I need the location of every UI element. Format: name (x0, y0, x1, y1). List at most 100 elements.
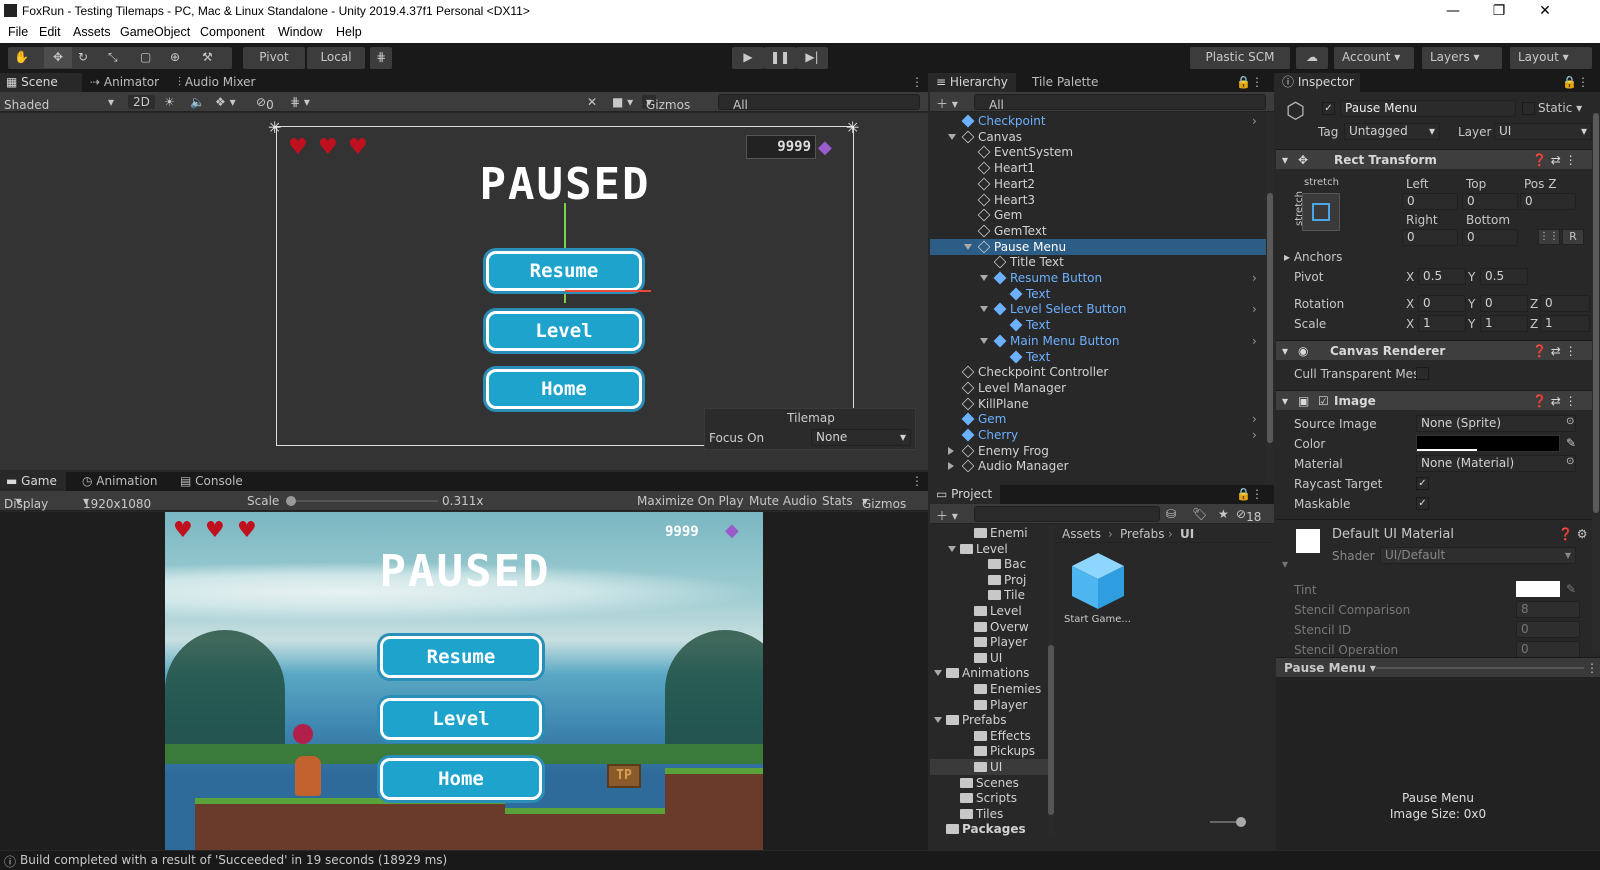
game-screen[interactable]: TP ♥ ♥ ♥ 9999 ◆ PAUSED Resume Level Home (165, 512, 763, 850)
hierarchy-row[interactable]: Heart2 (930, 176, 1266, 192)
hierarchy-row[interactable]: Gem › (930, 411, 1266, 427)
create-asset-button[interactable]: ＋ ▾ (936, 507, 958, 524)
pivot-x-field[interactable]: 0.5 (1418, 268, 1466, 285)
project-folder-row[interactable]: UI (930, 650, 1048, 666)
hierarchy-row[interactable]: Text (930, 317, 1266, 333)
tools-icon[interactable]: ✕ (587, 95, 597, 109)
project-folder-row[interactable]: Player (930, 634, 1048, 650)
open-prefab-icon[interactable]: › (1252, 333, 1257, 349)
hierarchy-row[interactable]: Text (930, 349, 1266, 365)
layer-dropdown[interactable]: UI ▾ (1494, 123, 1592, 140)
hierarchy-row[interactable]: GemText (930, 223, 1266, 239)
add-object-button[interactable]: ＋ ▾ (936, 95, 958, 112)
material-collapse-icon[interactable]: ▾ (1282, 557, 1288, 571)
menu-component[interactable]: Component (200, 25, 265, 39)
pivot-y-field[interactable]: 0.5 (1480, 268, 1528, 285)
tab-tile-palette[interactable]: Tile Palette (1026, 73, 1104, 92)
hierarchy-row[interactable]: Gem (930, 207, 1266, 223)
expand-arrow-icon[interactable] (980, 275, 988, 281)
layers-dropdown[interactable]: Layers ▾ (1422, 47, 1502, 69)
eyedropper-icon[interactable]: ✎ (1566, 436, 1576, 450)
hierarchy-row[interactable]: Checkpoint › (930, 113, 1266, 129)
cloud-icon[interactable]: ☁ (1296, 47, 1328, 69)
expand-arrow-icon[interactable] (934, 717, 942, 724)
anchor-handle-icon[interactable]: ✳ (268, 118, 281, 137)
cull-transparent-checkbox[interactable] (1416, 367, 1429, 380)
hierarchy-row[interactable]: Pause Menu (930, 238, 1266, 255)
tab-console[interactable]: ▤ Console (174, 472, 249, 491)
hierarchy-row[interactable]: Main Menu Button › (930, 333, 1266, 349)
hierarchy-row[interactable]: KillPlane (930, 396, 1266, 412)
menu-help[interactable]: Help (336, 25, 362, 39)
mute-audio-toggle[interactable]: Mute Audio (749, 494, 817, 508)
game-more-icon[interactable]: ⋮ (905, 472, 928, 491)
move-gizmo-x[interactable] (565, 290, 651, 292)
inspector-lock-icon[interactable]: 🔒⋮ (1556, 73, 1595, 92)
hierarchy-scrollbar[interactable] (1266, 113, 1274, 483)
maximize-button[interactable]: ❐ (1476, 0, 1522, 23)
scale-slider-track[interactable] (290, 500, 438, 502)
raycast-target-checkbox[interactable]: ✓ (1416, 477, 1429, 490)
object-picker-icon[interactable]: ⊙ (1566, 416, 1574, 427)
grid-snap-icon[interactable]: ⋕ (370, 47, 392, 69)
hierarchy-row[interactable]: Text (930, 286, 1266, 302)
status-message[interactable]: Build completed with a result of 'Succee… (20, 853, 447, 867)
expand-arrow-icon[interactable] (964, 243, 972, 250)
material-menu-icons[interactable]: ❓ ⚙ (1558, 527, 1588, 541)
hierarchy-row[interactable]: EventSystem (930, 144, 1266, 160)
project-folder-row[interactable]: UI (930, 759, 1048, 775)
project-folder-row[interactable]: Overw (930, 619, 1048, 635)
scene-search-input[interactable]: All (718, 94, 920, 112)
step-button[interactable]: ▶| (796, 47, 828, 69)
breadcrumb-prefabs[interactable]: Prefabs (1120, 527, 1165, 541)
hierarchy-row[interactable]: Level Manager (930, 380, 1266, 396)
menu-window[interactable]: Window (278, 25, 322, 39)
hierarchy-row[interactable]: Level Select Button › (930, 301, 1266, 317)
expand-arrow-icon[interactable] (948, 545, 956, 552)
anchor-handle-icon-2[interactable]: ✳ (846, 118, 859, 137)
project-folder-row[interactable]: Enemi (930, 525, 1048, 541)
open-prefab-icon[interactable]: › (1252, 113, 1257, 129)
game-gizmos-dropdown[interactable]: Gizmos ▾ (862, 494, 906, 511)
hierarchy-row[interactable]: Title Text (930, 254, 1266, 270)
close-button[interactable]: ✕ (1522, 0, 1568, 23)
local-toggle[interactable]: Local (307, 47, 365, 69)
active-checkbox[interactable]: ✓ (1322, 102, 1335, 115)
minimize-button[interactable]: — (1430, 0, 1476, 23)
bottom-field[interactable]: 0 (1462, 229, 1518, 246)
hand-tool-icon[interactable]: ✋ (14, 47, 29, 68)
tab-game[interactable]: ▬ Game (0, 472, 66, 491)
hierarchy-scroll-thumb[interactable] (1267, 193, 1273, 443)
scale-z-field[interactable]: 1 (1540, 315, 1590, 332)
expand-arrow-icon[interactable] (948, 133, 956, 140)
rotation-z-field[interactable]: 0 (1540, 295, 1590, 312)
breadcrumb-ui[interactable]: UI (1180, 527, 1194, 541)
left-field[interactable]: 0 (1402, 193, 1458, 210)
rotation-x-field[interactable]: 0 (1418, 295, 1466, 312)
audio-icon[interactable]: 🔈 (190, 95, 205, 109)
menu-assets[interactable]: Assets (73, 25, 111, 39)
hierarchy-row[interactable]: Heart3 (930, 192, 1266, 208)
icon-size-handle[interactable] (1236, 817, 1246, 827)
scene-level-button[interactable]: Level (486, 311, 642, 351)
grid-icon[interactable]: ⋕ ▾ (290, 95, 310, 109)
hierarchy-row[interactable]: Audio Manager (930, 458, 1266, 474)
more-icon[interactable]: ⋮ (905, 73, 928, 92)
hidden-objects-icon[interactable]: ⊘ 0 (256, 95, 274, 112)
hierarchy-row[interactable]: Enemy Frog (930, 443, 1266, 459)
scene-resume-button[interactable]: Resume (486, 251, 642, 291)
custom-tool-icon[interactable]: ⚒ (202, 47, 213, 68)
material-picker-icon[interactable]: ⊙ (1566, 456, 1574, 467)
expand-arrow-icon[interactable] (980, 337, 988, 344)
game-level-button[interactable]: Level (380, 698, 542, 740)
preview-header[interactable]: Pause Menu ▾ ⋮ (1276, 657, 1600, 677)
project-lock-icon[interactable]: 🔒⋮ (1230, 485, 1269, 504)
expand-arrow-icon[interactable] (980, 306, 988, 313)
project-folder-row[interactable]: Level (930, 603, 1048, 619)
project-folder-row[interactable]: Animations (930, 665, 1048, 681)
hierarchy-row[interactable]: Heart1 (930, 160, 1266, 176)
hierarchy-row[interactable]: Checkpoint Controller (930, 364, 1266, 380)
preview-menu-icon[interactable]: ⋮ (1586, 661, 1598, 675)
scale-x-field[interactable]: 1 (1418, 315, 1466, 332)
project-folder-row[interactable]: Pickups (930, 743, 1048, 759)
